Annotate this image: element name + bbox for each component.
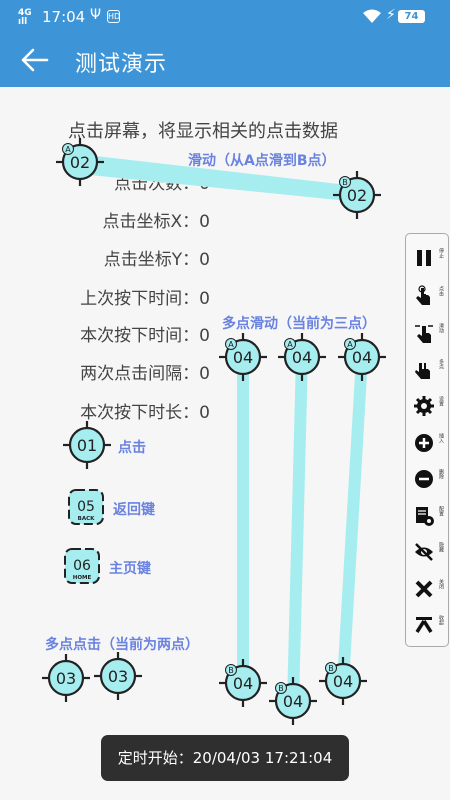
toolbar-button-label: 关闭 <box>438 579 444 589</box>
multi-swipe-start-marker-3: 04A <box>336 331 388 383</box>
swipe-end-marker-letter: B <box>342 178 348 187</box>
toolbar-button-plus-circle[interactable]: 插入 <box>406 425 450 461</box>
click-demo-label: 点击 <box>118 440 146 456</box>
multi-click-marker-2: 03 <box>92 650 144 702</box>
toolbar-button-gear[interactable]: 设置 <box>406 388 450 424</box>
minus-circle-icon <box>415 470 433 488</box>
toolbar-button-label: 删除 <box>438 469 444 479</box>
multi-swipe-start-marker-2-letter: A <box>287 340 293 349</box>
toolbar-button-label: 收起 <box>438 615 444 625</box>
floating-toolbar: 停止点击滑动多点设置插入删除配置隐藏关闭收起 <box>405 233 449 647</box>
swipe-start-marker-letter: A <box>65 145 71 154</box>
timer-toast: 定时开始：20/04/03 17:21:04 <box>101 735 349 781</box>
multi-click-marker-2-number: 03 <box>108 667 128 686</box>
multi-swipe-end-marker-1-number: 04 <box>233 674 253 693</box>
home-key-marker-number: 06 <box>73 558 91 574</box>
multi-swipe-end-marker-2-letter: B <box>278 684 284 693</box>
toolbar-button-config[interactable]: 配置 <box>406 498 450 534</box>
plus-circle-icon <box>415 434 433 452</box>
multi-swipe-end-marker-3-letter: B <box>328 664 334 673</box>
collapse-icon <box>415 617 433 633</box>
multi-swipe-end-marker-2: 04B <box>267 675 319 727</box>
demo-overlay: 02A02B04A04A04A04B04B 04B0105BACK06HOME03… <box>40 136 388 727</box>
home-key-marker-caption: HOME <box>73 575 92 581</box>
multi-click-demo-label: 多点点击（当前为两点） <box>45 637 199 653</box>
multi-swipe-start-marker-1: 04A <box>217 331 269 383</box>
back-demo-label: 返回键 <box>113 502 155 518</box>
toolbar-button-multi-hand[interactable]: 多点 <box>406 351 450 387</box>
back-key-marker-caption: BACK <box>78 516 95 522</box>
pause-icon <box>417 250 431 266</box>
toolbar-button-label: 设置 <box>438 396 444 406</box>
multi-swipe-start-marker-3-letter: A <box>347 340 353 349</box>
toolbar-button-label: 点击 <box>438 286 444 296</box>
multi-swipe-end-marker-3-number: 04 <box>333 672 353 691</box>
multi-swipe-end-marker-1-letter: B <box>228 666 234 675</box>
multi-swipe-trails <box>237 357 368 703</box>
toolbar-button-label: 滑动 <box>438 323 444 333</box>
config-icon <box>416 507 434 526</box>
home-demo-label: 主页键 <box>109 561 151 577</box>
tap-hand-icon <box>416 285 430 305</box>
toolbar-button-tap-hand[interactable]: 点击 <box>406 278 450 314</box>
multi-swipe-start-marker-1-letter: A <box>228 340 234 349</box>
close-icon <box>415 580 433 598</box>
battery-icon: 74 <box>398 10 425 23</box>
toolbar-button-label: 停止 <box>438 248 444 258</box>
multi-swipe-end-marker-3: 04B <box>317 655 369 707</box>
multi-swipe-end-marker-2-number: 04 <box>283 692 303 711</box>
swipe-start-marker-number: 02 <box>70 153 90 172</box>
gear-icon <box>414 396 434 416</box>
click-marker: 01 <box>61 419 113 471</box>
eye-off-icon <box>415 543 433 561</box>
swipe-start-marker: 02A <box>54 136 106 188</box>
multi-swipe-demo-label: 多点滑动（当前为三点） <box>222 316 376 332</box>
multi-click-marker-1-number: 03 <box>56 669 76 688</box>
swipe-hand-icon <box>415 325 433 343</box>
back-key-marker: 05BACK <box>68 489 104 525</box>
multi-click-marker-1: 03 <box>40 652 92 704</box>
toolbar-button-collapse[interactable]: 收起 <box>406 607 450 643</box>
multi-hand-icon <box>415 363 430 379</box>
swipe-end-marker-number: 02 <box>347 186 367 205</box>
toolbar-button-eye-off[interactable]: 隐藏 <box>406 534 450 570</box>
multi-swipe-start-marker-2: 04A <box>276 331 328 383</box>
swipe-end-marker: 02B <box>331 169 383 221</box>
toolbar-button-pause[interactable]: 停止 <box>406 240 450 276</box>
multi-swipe-start-marker-2-number: 04 <box>292 348 312 367</box>
multi-swipe-start-marker-1-number: 04 <box>233 348 253 367</box>
toolbar-button-minus-circle[interactable]: 删除 <box>406 461 450 497</box>
home-key-marker: 06HOME <box>64 548 100 584</box>
multi-swipe-end-marker-1: 04B <box>217 657 269 709</box>
back-key-marker-number: 05 <box>77 499 95 515</box>
toolbar-button-close[interactable]: 关闭 <box>406 571 450 607</box>
toolbar-button-label: 隐藏 <box>438 542 444 552</box>
multi-swipe-start-marker-3-number: 04 <box>352 348 372 367</box>
click-marker-number: 01 <box>77 436 97 455</box>
toolbar-button-swipe-hand[interactable]: 滑动 <box>406 315 450 351</box>
toolbar-button-label: 配置 <box>438 506 444 516</box>
toolbar-button-label: 多点 <box>438 359 444 369</box>
toolbar-button-label: 插入 <box>438 433 444 443</box>
swipe-demo-label: 滑动（从A点滑到B点） <box>188 153 336 169</box>
